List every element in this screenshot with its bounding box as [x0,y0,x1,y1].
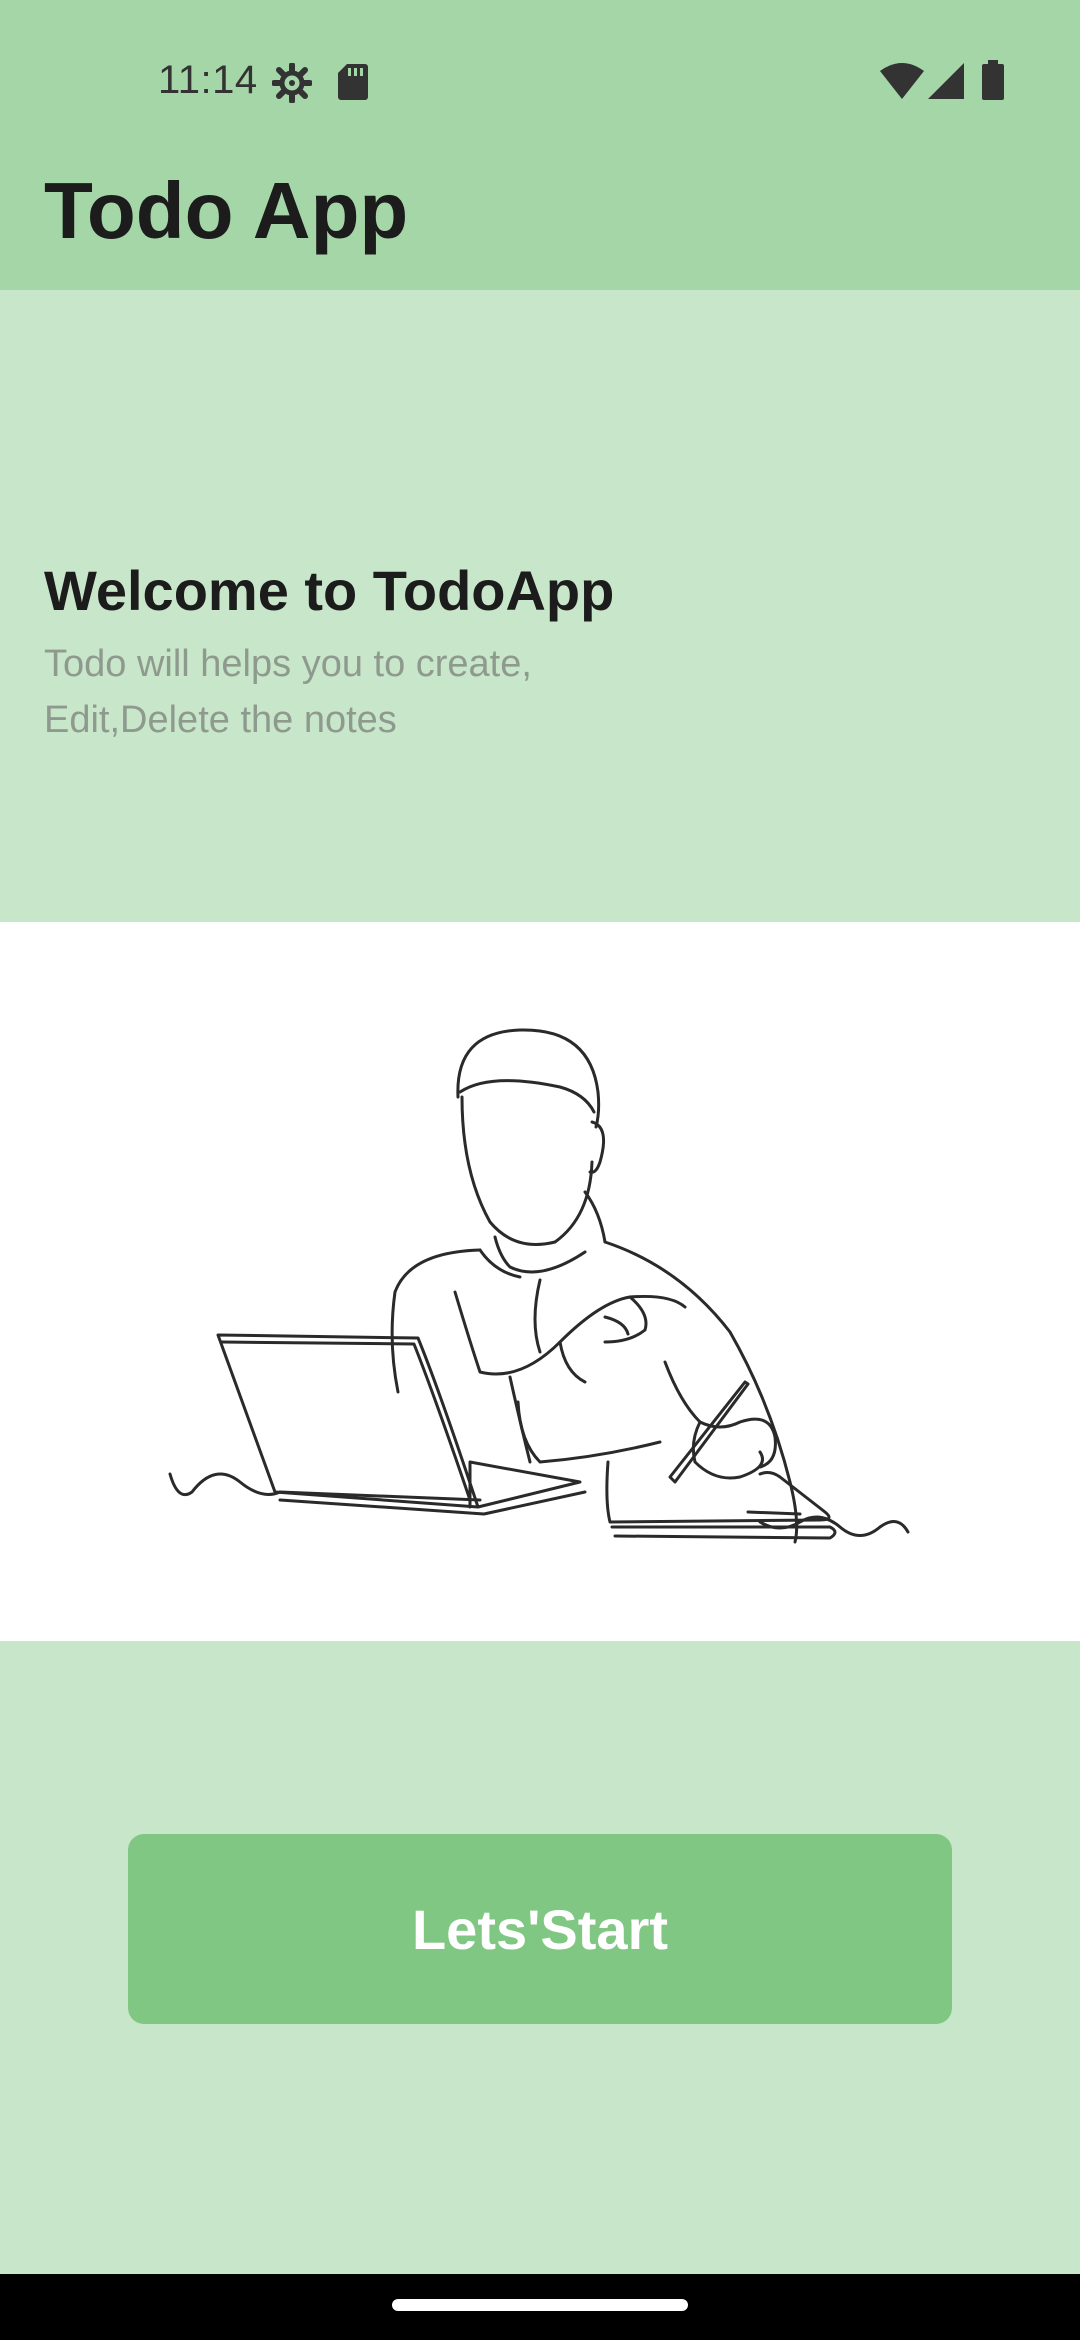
sd-card-icon [338,63,368,106]
home-gesture-handle[interactable] [392,2299,688,2311]
welcome-title: Welcome to TodoApp [44,559,615,622]
settings-gear-icon [271,62,313,108]
man-writing-at-laptop-line-drawing-icon [168,1028,910,1544]
illustration-panel [0,922,1080,1641]
wifi-icon [880,63,924,104]
app-title: Todo App [44,166,409,255]
welcome-section: Welcome to TodoApp Todo will helps you t… [0,290,1080,922]
welcome-subtitle: Todo will helps you to create, Edit,Dele… [44,643,532,741]
status-bar: 11:14 [0,0,1080,165]
app-bar: 11:14 Todo App [0,0,1080,290]
cell-signal-icon [928,63,964,104]
status-time: 11:14 [158,58,258,102]
lets-start-button[interactable]: Lets'Start [128,1834,952,2024]
battery-icon [982,60,1004,105]
